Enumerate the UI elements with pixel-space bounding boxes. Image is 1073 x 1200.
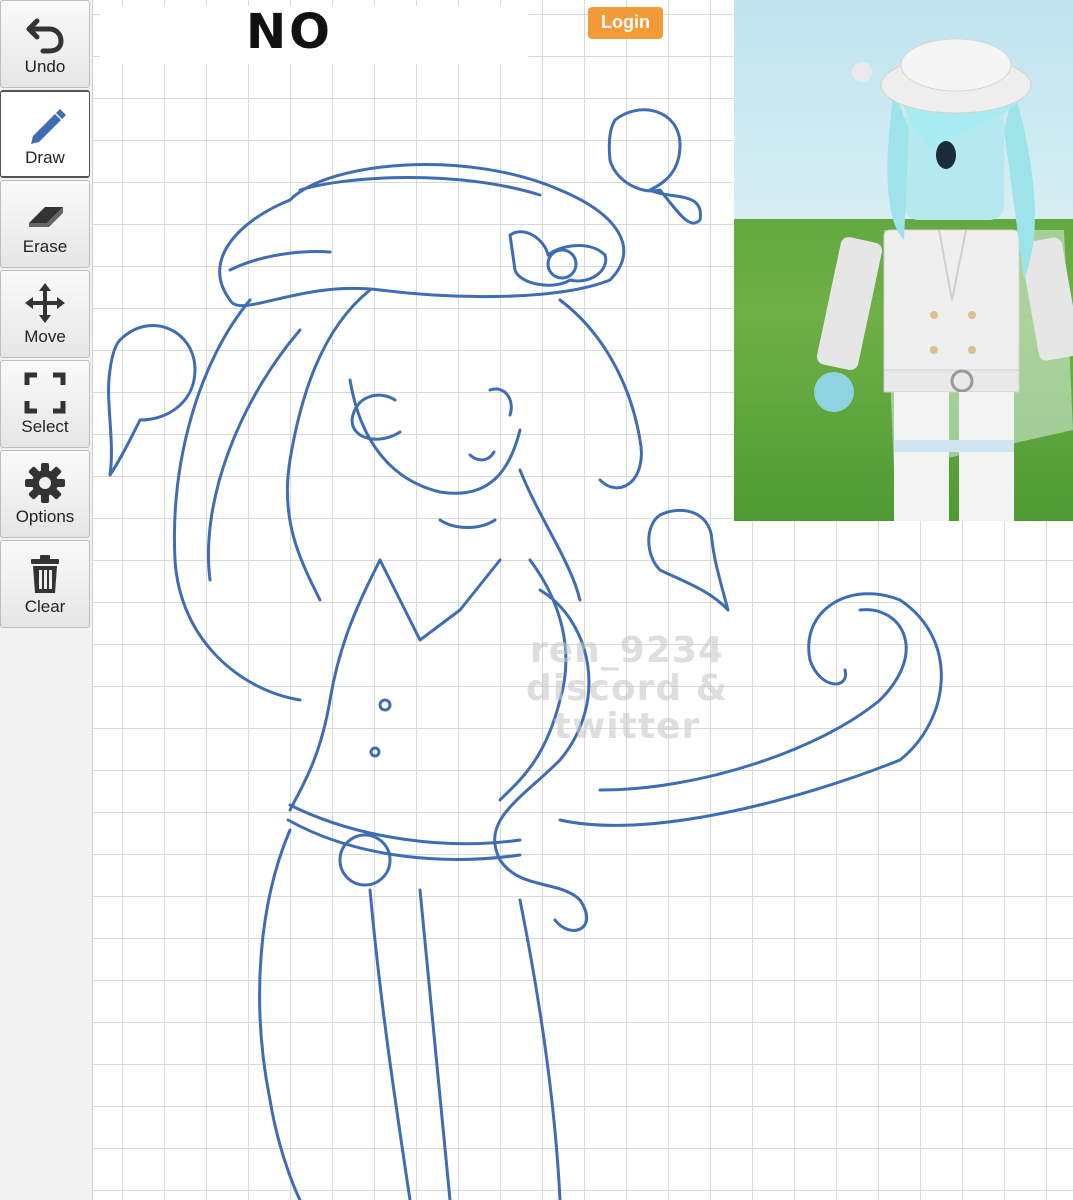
options-button[interactable]: Options — [0, 450, 90, 538]
options-label: Options — [15, 507, 75, 526]
trash-icon — [31, 555, 59, 593]
select-frame-icon — [24, 372, 66, 414]
avatar-preview-image — [734, 0, 1073, 521]
undo-button[interactable]: Undo — [0, 0, 90, 88]
select-button[interactable]: Select — [0, 360, 90, 448]
watermark-line-3: twitter — [553, 706, 701, 747]
clear-button[interactable]: Clear — [0, 540, 90, 628]
draw-button[interactable]: Draw — [0, 90, 90, 178]
pencil-icon — [31, 109, 66, 144]
undo-label: Undo — [24, 57, 66, 76]
select-label: Select — [21, 417, 69, 436]
watermark-line-1: ren_9234 — [530, 630, 724, 671]
eraser-icon — [29, 207, 63, 227]
clear-label: Clear — [24, 597, 66, 616]
gear-icon — [25, 463, 65, 503]
erase-button[interactable]: Erase — [0, 180, 90, 268]
avatar-figure — [814, 38, 1073, 521]
undo-icon — [26, 18, 64, 54]
move-label: Move — [24, 327, 66, 346]
canvas-title: NO — [246, 4, 333, 60]
login-button[interactable]: Login — [588, 7, 663, 39]
draw-label: Draw — [25, 148, 65, 167]
watermark: ren_9234 discord & twitter — [512, 632, 742, 746]
tool-sidebar: Undo Draw Erase Move Select Options Clea… — [0, 0, 93, 1200]
watermark-line-2: discord & — [525, 668, 729, 709]
move-button[interactable]: Move — [0, 270, 90, 358]
move-arrows-icon — [25, 283, 65, 323]
erase-label: Erase — [22, 237, 68, 256]
